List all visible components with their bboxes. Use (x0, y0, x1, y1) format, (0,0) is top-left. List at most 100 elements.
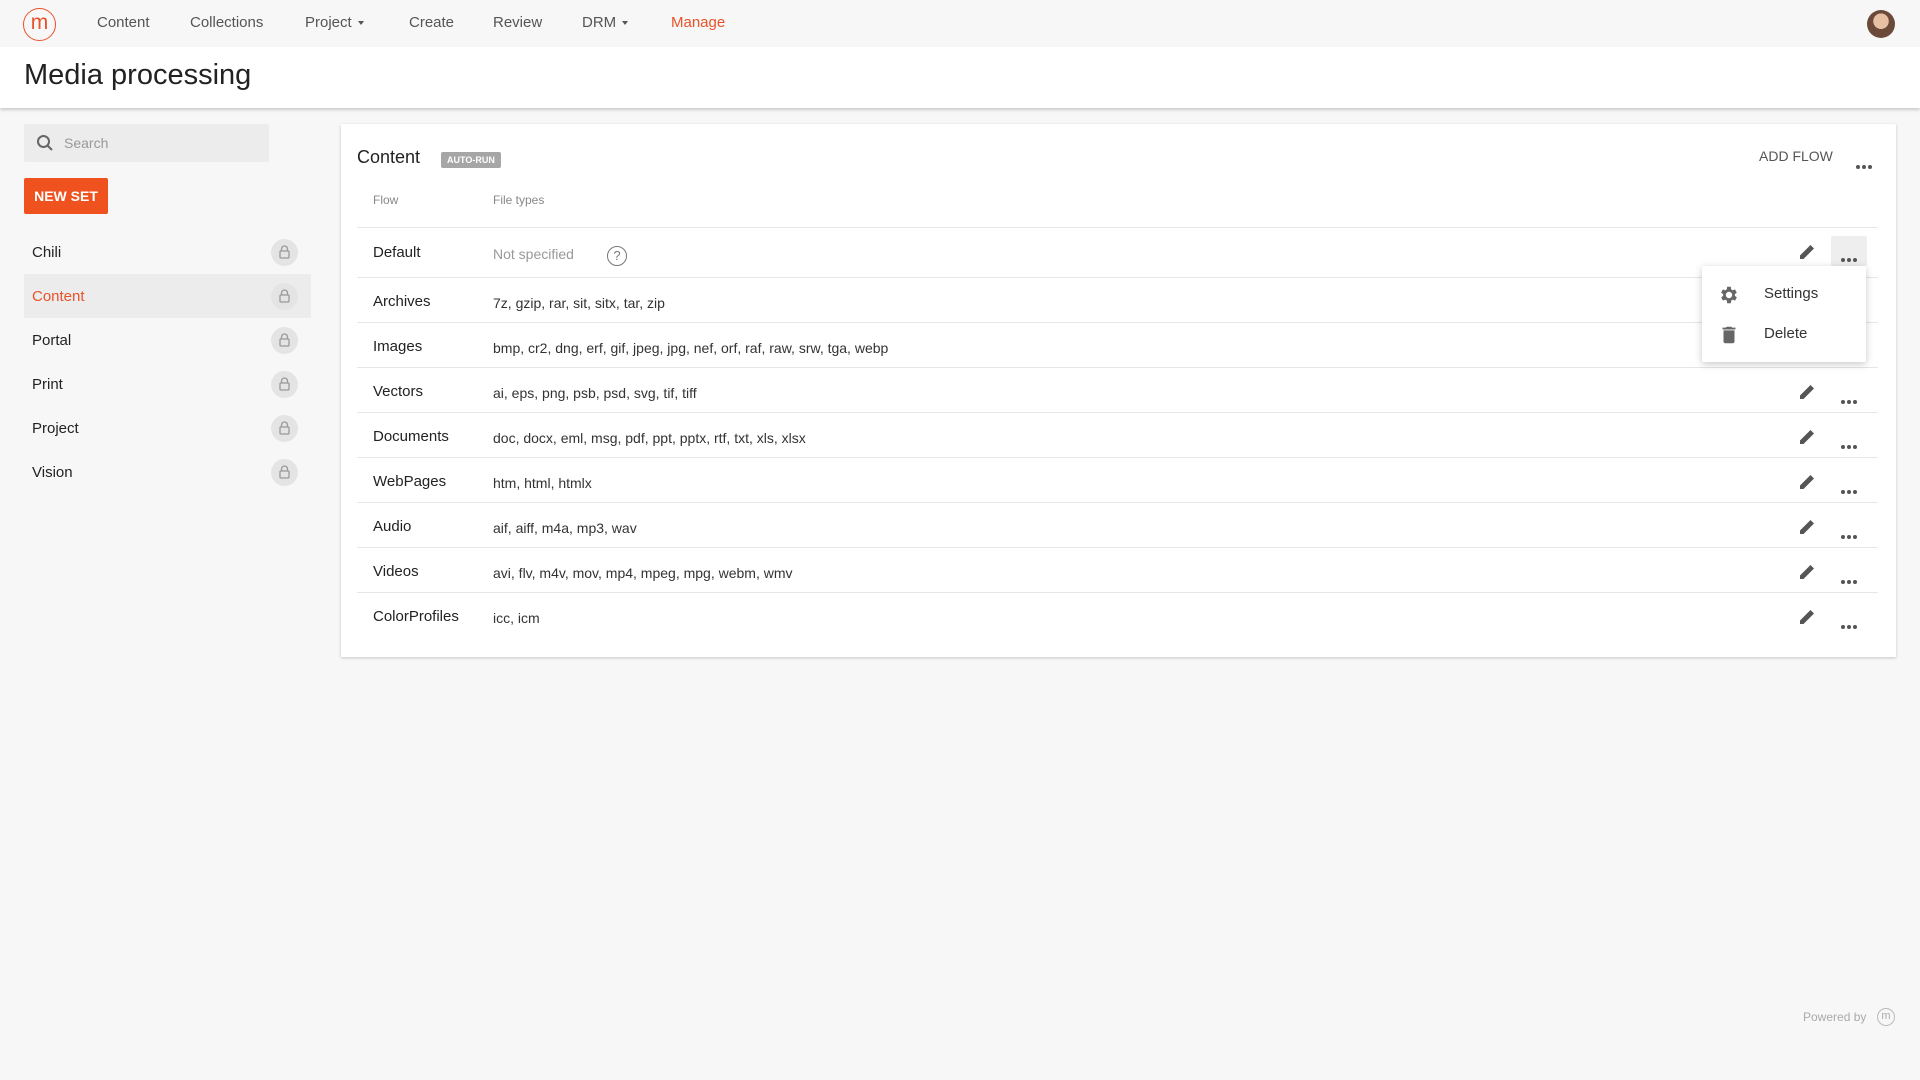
file-types: doc, docx, eml, msg, pdf, ppt, pptx, rtf… (493, 430, 806, 446)
more-icon (1841, 436, 1859, 454)
file-types: avi, flv, m4v, mov, mp4, mpeg, mpg, webm… (493, 565, 793, 581)
set-item-label: Project (32, 420, 79, 437)
page-header: Media processing (0, 47, 1920, 108)
logo[interactable]: m (23, 8, 56, 41)
new-set-button[interactable]: NEW SET (24, 178, 108, 214)
card-title: Content (357, 147, 421, 167)
table-row: Archives 7z, gzip, rar, sit, sitx, tar, … (357, 277, 1878, 322)
top-nav: m Content Collections Project Create Rev… (0, 0, 1920, 47)
flow-name: Documents (373, 428, 449, 445)
more-icon (1841, 481, 1859, 499)
pencil-icon (1800, 610, 1814, 624)
lock-icon (279, 465, 290, 479)
lock-button[interactable] (271, 327, 298, 354)
pencil-icon (1800, 245, 1814, 259)
edit-button[interactable] (1797, 472, 1821, 496)
table-row: Vectors ai, eps, png, psb, psd, svg, tif… (357, 367, 1878, 412)
avatar[interactable] (1867, 10, 1895, 38)
set-item-label: Chili (32, 244, 62, 261)
nav-review[interactable]: Review (493, 14, 542, 31)
flow-name: Archives (373, 293, 431, 310)
more-icon (1841, 391, 1859, 409)
edit-button[interactable] (1797, 517, 1821, 541)
help-icon[interactable]: ? (607, 246, 627, 266)
set-item-label: Print (32, 376, 63, 393)
flow-name: Vectors (373, 383, 424, 400)
row-more-button[interactable] (1831, 603, 1867, 633)
menu-item-label: Settings (1764, 285, 1819, 302)
lock-button[interactable] (271, 371, 298, 398)
nav-content[interactable]: Content (97, 14, 150, 31)
row-more-button[interactable] (1831, 558, 1867, 588)
lock-button[interactable] (271, 283, 298, 310)
pencil-icon (1800, 430, 1814, 444)
flow-name: Default (373, 244, 421, 261)
file-types: 7z, gzip, rar, sit, sitx, tar, zip (493, 295, 665, 311)
row-more-button[interactable] (1831, 236, 1867, 266)
flow-set-card: Content AUTO-RUN ADD FLOW Flow File type… (341, 124, 1896, 657)
search-input[interactable] (64, 124, 264, 162)
edit-button[interactable] (1797, 562, 1821, 586)
powered-by-text: Powered by (1803, 1010, 1867, 1024)
nav-project[interactable]: Project (305, 14, 364, 31)
pencil-icon (1800, 385, 1814, 399)
lock-icon (279, 245, 290, 259)
file-types: htm, html, htmlx (493, 475, 592, 491)
lock-button[interactable] (271, 459, 298, 486)
nav-manage[interactable]: Manage (671, 14, 725, 31)
file-types: Not specified (493, 246, 574, 262)
file-types: aif, aiff, m4a, mp3, wav (493, 520, 637, 536)
row-more-button[interactable] (1831, 513, 1867, 543)
column-header-file-types: File types (493, 193, 545, 207)
flow-name: ColorProfiles (373, 608, 459, 625)
lock-icon (279, 333, 290, 347)
table-row: WebPages htm, html, htmlx (357, 457, 1878, 502)
search-icon (37, 135, 53, 151)
set-item-vision[interactable]: Vision (24, 450, 311, 494)
column-header-flow: Flow (373, 193, 399, 207)
set-item-project[interactable]: Project (24, 406, 311, 450)
nav-drm-label: DRM (582, 14, 617, 31)
file-types: ai, eps, png, psb, psd, svg, tif, tiff (493, 385, 697, 401)
card-more-button[interactable] (1854, 148, 1878, 169)
set-item-content[interactable]: Content (24, 274, 311, 318)
flow-name: Images (373, 338, 423, 355)
set-list: Chili Content Portal Print Project Visio… (24, 230, 311, 494)
more-icon (1856, 156, 1874, 174)
set-item-print[interactable]: Print (24, 362, 311, 406)
gear-icon (1721, 286, 1737, 304)
flow-name: Videos (373, 563, 419, 580)
row-more-button[interactable] (1831, 468, 1867, 498)
lock-button[interactable] (271, 239, 298, 266)
menu-item-label: Delete (1764, 325, 1808, 342)
set-item-label: Content (32, 288, 85, 305)
edit-button[interactable] (1797, 242, 1821, 266)
lock-button[interactable] (271, 415, 298, 442)
menu-item-settings[interactable]: Settings (1702, 274, 1866, 314)
edit-button[interactable] (1797, 427, 1821, 451)
search-box (24, 124, 269, 162)
table-row: Default Not specified ? (357, 227, 1878, 277)
set-item-label: Portal (32, 332, 72, 349)
trash-icon (1722, 326, 1736, 344)
add-flow-button[interactable]: ADD FLOW (1759, 148, 1833, 164)
more-icon (1841, 249, 1859, 267)
set-item-portal[interactable]: Portal (24, 318, 311, 362)
pencil-icon (1800, 475, 1814, 489)
more-icon (1841, 616, 1859, 634)
row-more-button[interactable] (1831, 423, 1867, 453)
edit-button[interactable] (1797, 607, 1821, 631)
chevron-down-icon (357, 21, 364, 26)
row-context-menu: Settings Delete (1702, 266, 1866, 362)
nav-create[interactable]: Create (409, 14, 454, 31)
set-item-chili[interactable]: Chili (24, 230, 311, 274)
nav-collections[interactable]: Collections (190, 14, 263, 31)
nav-drm[interactable]: DRM (582, 14, 629, 31)
row-more-button[interactable] (1831, 378, 1867, 408)
set-item-label: Vision (32, 464, 73, 481)
file-types: icc, icm (493, 610, 540, 626)
menu-item-delete[interactable]: Delete (1702, 314, 1866, 354)
edit-button[interactable] (1797, 382, 1821, 406)
table-row: Videos avi, flv, m4v, mov, mp4, mpeg, mp… (357, 547, 1878, 592)
footer-logo: m (1877, 1008, 1895, 1026)
